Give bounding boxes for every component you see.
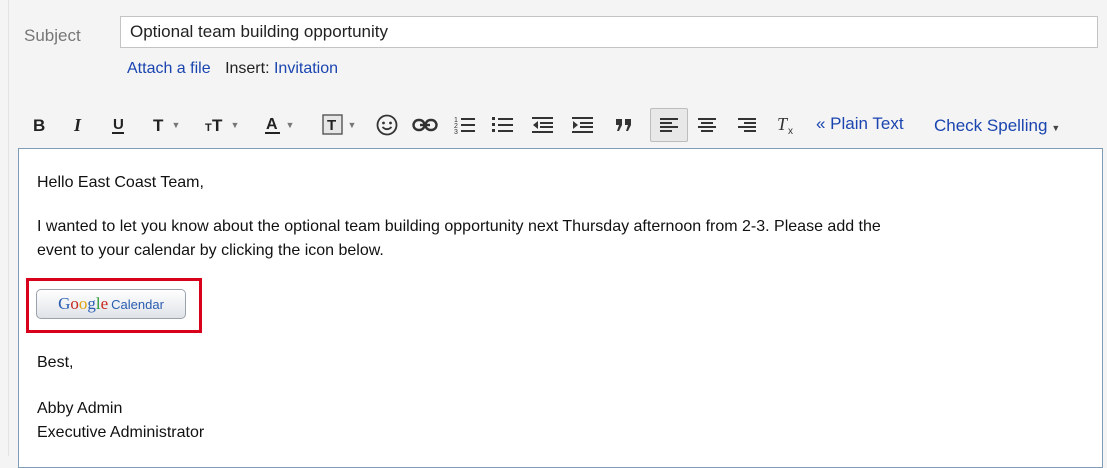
align-center-icon[interactable] — [692, 108, 722, 142]
align-right-icon[interactable] — [732, 108, 762, 142]
svg-text:T: T — [153, 116, 164, 134]
body-line-2: event to your calendar by clicking the i… — [37, 242, 384, 259]
google-logo: Google — [58, 294, 109, 313]
chevron-down-icon: ▼ — [1051, 123, 1061, 133]
chevron-down-icon: ▼ — [347, 120, 357, 130]
insert-invitation-link[interactable]: Invitation — [274, 60, 338, 77]
google-calendar-button[interactable]: Google Calendar — [36, 289, 186, 319]
plain-text-link[interactable]: « Plain Text — [816, 114, 904, 134]
numbered-list-icon[interactable]: 123 — [450, 108, 480, 142]
bulleted-list-icon[interactable] — [488, 108, 518, 142]
underline-icon[interactable]: U — [105, 108, 131, 142]
bold-icon[interactable]: B — [26, 108, 52, 142]
check-spelling-button[interactable]: Check Spelling ▼ — [934, 116, 1060, 136]
svg-text:T: T — [205, 122, 212, 134]
attachment-row: Attach a file Insert: Invitation — [127, 60, 338, 78]
align-left-icon[interactable] — [650, 108, 688, 142]
signoff-text: Best, — [37, 354, 74, 371]
link-icon[interactable] — [408, 108, 442, 142]
insert-label: Insert: — [225, 60, 270, 77]
svg-text:B: B — [33, 116, 45, 134]
svg-text:T: T — [212, 116, 223, 134]
svg-text:3: 3 — [454, 129, 458, 135]
chevron-down-icon: ▼ — [171, 120, 181, 130]
remove-formatting-icon[interactable]: Tx — [772, 108, 802, 142]
svg-text:I: I — [73, 116, 82, 134]
italic-icon[interactable]: I — [65, 108, 91, 142]
subject-input[interactable] — [120, 16, 1098, 48]
attach-file-link[interactable]: Attach a file — [127, 60, 211, 77]
svg-text:T: T — [327, 117, 336, 134]
svg-text:A: A — [266, 116, 278, 133]
font-size-icon[interactable]: TT ▼ — [198, 108, 246, 142]
highlight-color-icon[interactable]: T ▼ — [314, 108, 364, 142]
check-spelling-label: Check Spelling — [934, 116, 1048, 135]
indent-icon[interactable] — [568, 108, 598, 142]
emoji-icon[interactable] — [372, 108, 402, 142]
quote-icon[interactable] — [610, 108, 638, 142]
chevron-down-icon: ▼ — [230, 120, 240, 130]
svg-text:U: U — [113, 116, 124, 133]
calendar-label: Calendar — [111, 296, 164, 312]
greeting-text: Hello East Coast Team, — [37, 174, 204, 191]
sender-name: Abby Admin — [37, 400, 123, 417]
font-icon[interactable]: T ▼ — [144, 108, 188, 142]
chevron-down-icon: ▼ — [285, 120, 295, 130]
svg-text:x: x — [788, 126, 793, 135]
body-line-1: I wanted to let you know about the optio… — [37, 218, 881, 235]
sender-title: Executive Administrator — [37, 424, 205, 441]
subject-label: Subject — [24, 26, 81, 45]
text-color-icon[interactable]: A ▼ — [256, 108, 302, 142]
outdent-icon[interactable] — [528, 108, 558, 142]
